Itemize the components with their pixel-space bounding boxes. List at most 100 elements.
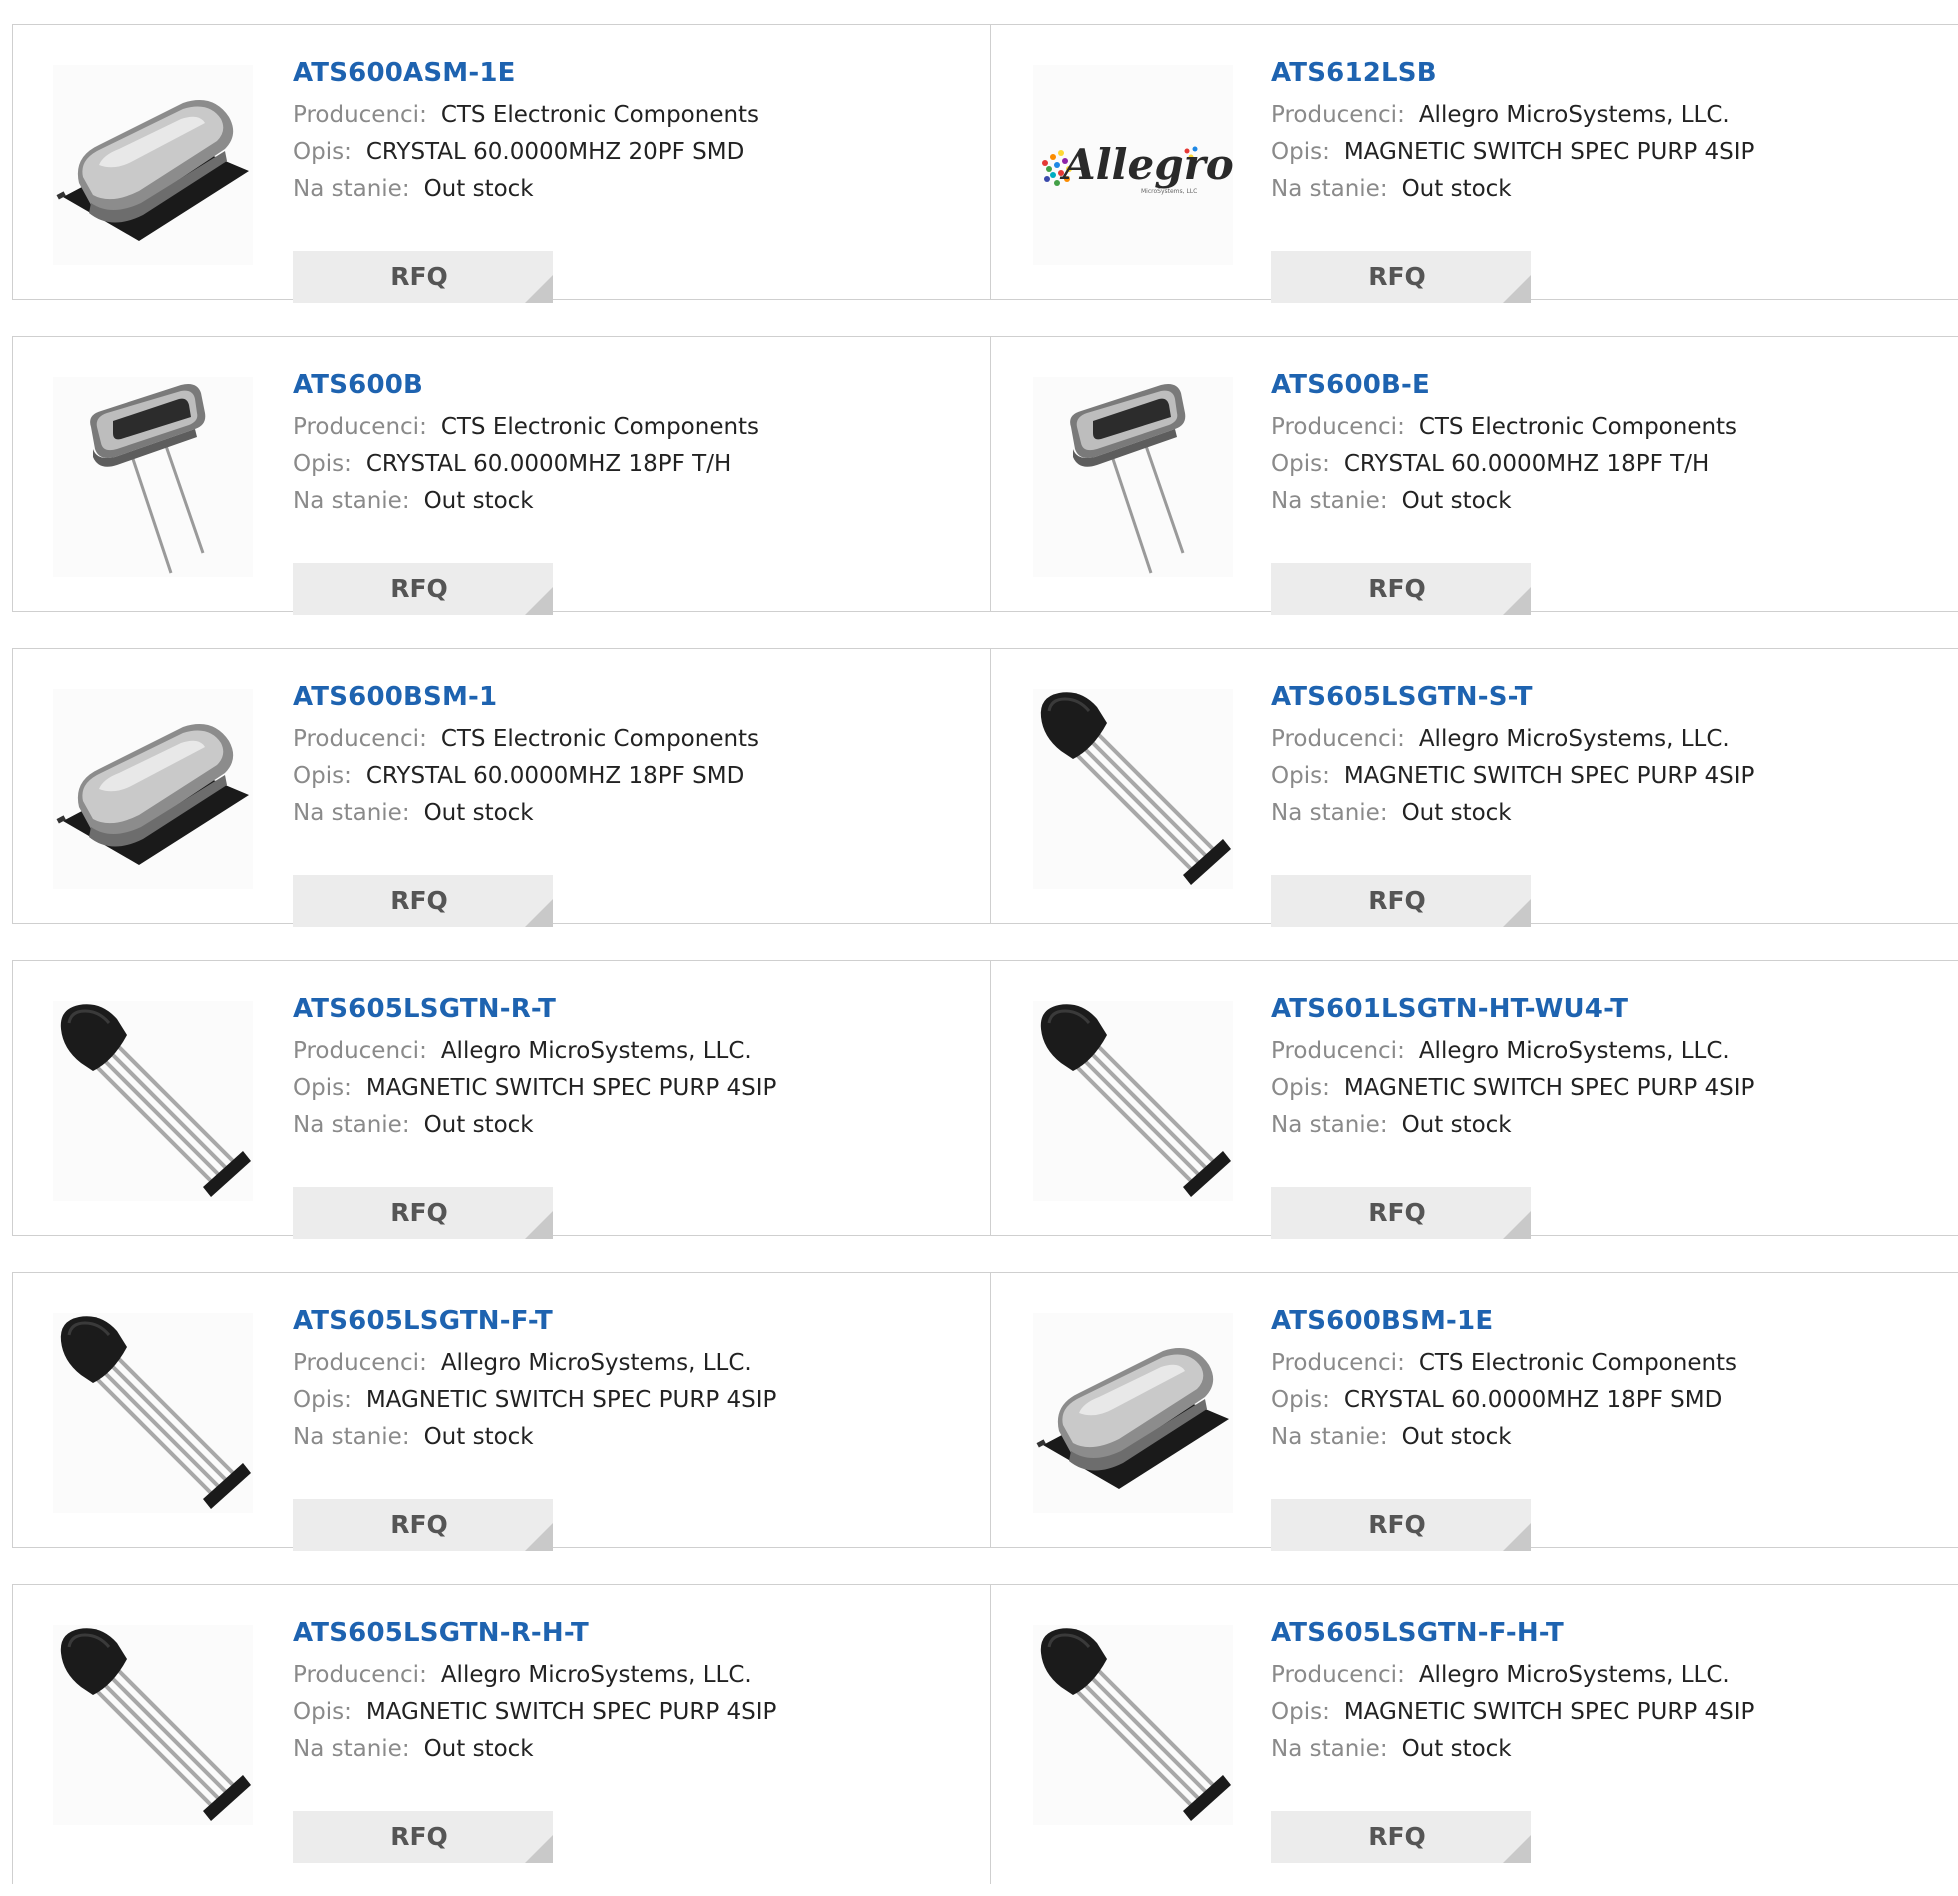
product-manufacturer-line: Producenci: Allegro MicroSystems, LLC. [293,1345,980,1382]
product-row: ATS600ASM-1E Producenci: CTS Electronic Co… [12,24,1958,303]
crystal-th-image[interactable] [53,377,253,577]
crystal-smd-image[interactable] [53,65,253,265]
stock-label: Na stanie: [293,1424,410,1450]
stock-value: Out stock [423,488,534,514]
product-card: ATS600BSM-1E Producenci: CTS Electronic Co… [991,1272,1958,1551]
rfq-button[interactable]: RFQ [1271,563,1531,615]
rfq-button-label: RFQ [390,1510,448,1539]
product-title-link[interactable]: ATS605LSGTN-S-T [1271,679,1958,715]
crystal-th-image[interactable] [1033,377,1233,577]
stock-value: Out stock [423,1736,534,1762]
rfq-button[interactable]: RFQ [293,563,553,615]
rfq-button[interactable]: RFQ [293,1811,553,1863]
sensor-4sip-image[interactable] [53,1313,253,1513]
product-stock-line: Na stanie: Out stock [293,795,980,832]
product-card: ATS600B-E Producenci: CTS Electronic Compo… [991,336,1958,615]
rfq-button-label: RFQ [1368,1198,1426,1227]
description-label: Opis: [293,763,352,789]
manufacturer-label: Producenci: [293,726,427,752]
description-label: Opis: [1271,451,1330,477]
manufacturer-value: Allegro MicroSystems, LLC. [1418,1662,1730,1688]
product-row: ATS600B Producenci: CTS Electronic Compone… [12,336,1958,615]
description-label: Opis: [1271,763,1330,789]
rfq-button-label: RFQ [390,262,448,291]
product-stock-line: Na stanie: Out stock [1271,1731,1958,1768]
manufacturer-label: Producenci: [293,414,427,440]
description-label: Opis: [1271,1387,1330,1413]
product-info: ATS605LSGTN-R-T Producenci: Allegro MicroS… [293,991,980,1239]
product-manufacturer-line: Producenci: CTS Electronic Components [293,409,980,446]
manufacturer-label: Producenci: [1271,1662,1405,1688]
allegro-logo[interactable]: Allegro MicroSystems, LLC [1033,65,1233,265]
product-title-link[interactable]: ATS600ASM-1E [293,55,980,91]
manufacturer-value: CTS Electronic Components [1418,1350,1738,1376]
sensor-4sip-image[interactable] [1033,1625,1233,1825]
product-title-link[interactable]: ATS600B-E [1271,367,1958,403]
product-title-link[interactable]: ATS600B [293,367,980,403]
product-card: ATS600B Producenci: CTS Electronic Compone… [12,336,991,615]
product-row: ATS600BSM-1 Producenci: CTS Electronic Com… [12,648,1958,927]
rfq-button[interactable]: RFQ [293,251,553,303]
product-info: ATS605LSGTN-S-T Producenci: Allegro MicroS… [1271,679,1958,927]
rfq-button[interactable]: RFQ [1271,1187,1531,1239]
manufacturer-label: Producenci: [293,1038,427,1064]
product-card: ATS605LSGTN-R-T Producenci: Allegro MicroS… [12,960,991,1239]
manufacturer-label: Producenci: [1271,726,1405,752]
description-label: Opis: [1271,1075,1330,1101]
rfq-corner-decoration [1503,1523,1531,1551]
description-value: CRYSTAL 60.0000MHZ 18PF SMD [365,763,745,789]
rfq-button-label: RFQ [1368,574,1426,603]
crystal-smd-image[interactable] [53,689,253,889]
sensor-4sip-image[interactable] [53,1625,253,1825]
stock-label: Na stanie: [1271,800,1388,826]
product-card: ATS600BSM-1 Producenci: CTS Electronic Com… [12,648,991,927]
allegro-logo-text: Allegro [1059,140,1233,189]
rfq-corner-decoration [1503,899,1531,927]
product-title-link[interactable]: ATS605LSGTN-R-H-T [293,1615,980,1651]
rfq-button[interactable]: RFQ [293,875,553,927]
product-title-link[interactable]: ATS605LSGTN-F-H-T [1271,1615,1958,1651]
stock-label: Na stanie: [1271,1424,1388,1450]
product-title-link[interactable]: ATS612LSB [1271,55,1958,91]
stock-label: Na stanie: [1271,176,1388,202]
product-manufacturer-line: Producenci: Allegro MicroSystems, LLC. [1271,97,1958,134]
product-row: ATS605LSGTN-F-T Producenci: Allegro MicroS… [12,1272,1958,1551]
rfq-button[interactable]: RFQ [1271,251,1531,303]
stock-label: Na stanie: [1271,488,1388,514]
product-manufacturer-line: Producenci: CTS Electronic Components [293,721,980,758]
sensor-4sip-image[interactable] [1033,689,1233,889]
product-grid: ATS600ASM-1E Producenci: CTS Electronic Co… [12,24,1958,1896]
rfq-button[interactable]: RFQ [293,1499,553,1551]
manufacturer-value: CTS Electronic Components [440,102,760,128]
product-description-line: Opis: CRYSTAL 60.0000MHZ 20PF SMD [293,134,980,171]
product-info: ATS600B Producenci: CTS Electronic Compone… [293,367,980,615]
product-description-line: Opis: MAGNETIC SWITCH SPEC PURP 4SIP [1271,134,1958,171]
stock-label: Na stanie: [293,800,410,826]
product-title-link[interactable]: ATS601LSGTN-HT-WU4-T [1271,991,1958,1027]
product-row: ATS605LSGTN-R-H-T Producenci: Allegro Micr… [12,1584,1958,1884]
product-title-link[interactable]: ATS605LSGTN-R-T [293,991,980,1027]
rfq-button[interactable]: RFQ [293,1187,553,1239]
sensor-4sip-image[interactable] [1033,1001,1233,1201]
stock-value: Out stock [423,176,534,202]
rfq-button[interactable]: RFQ [1271,1811,1531,1863]
rfq-button-label: RFQ [1368,1822,1426,1851]
product-title-link[interactable]: ATS600BSM-1E [1271,1303,1958,1339]
stock-value: Out stock [423,1424,534,1450]
description-label: Opis: [1271,139,1330,165]
manufacturer-value: Allegro MicroSystems, LLC. [440,1662,752,1688]
rfq-button-label: RFQ [390,886,448,915]
rfq-button[interactable]: RFQ [1271,1499,1531,1551]
product-manufacturer-line: Producenci: Allegro MicroSystems, LLC. [1271,721,1958,758]
stock-label: Na stanie: [1271,1112,1388,1138]
stock-value: Out stock [1401,800,1512,826]
crystal-smd-image[interactable] [1033,1313,1233,1513]
product-title-link[interactable]: ATS605LSGTN-F-T [293,1303,980,1339]
product-stock-line: Na stanie: Out stock [1271,1107,1958,1144]
description-label: Opis: [293,1699,352,1725]
product-stock-line: Na stanie: Out stock [1271,1419,1958,1456]
sensor-4sip-image[interactable] [53,1001,253,1201]
product-title-link[interactable]: ATS600BSM-1 [293,679,980,715]
rfq-button[interactable]: RFQ [1271,875,1531,927]
rfq-button-label: RFQ [390,574,448,603]
